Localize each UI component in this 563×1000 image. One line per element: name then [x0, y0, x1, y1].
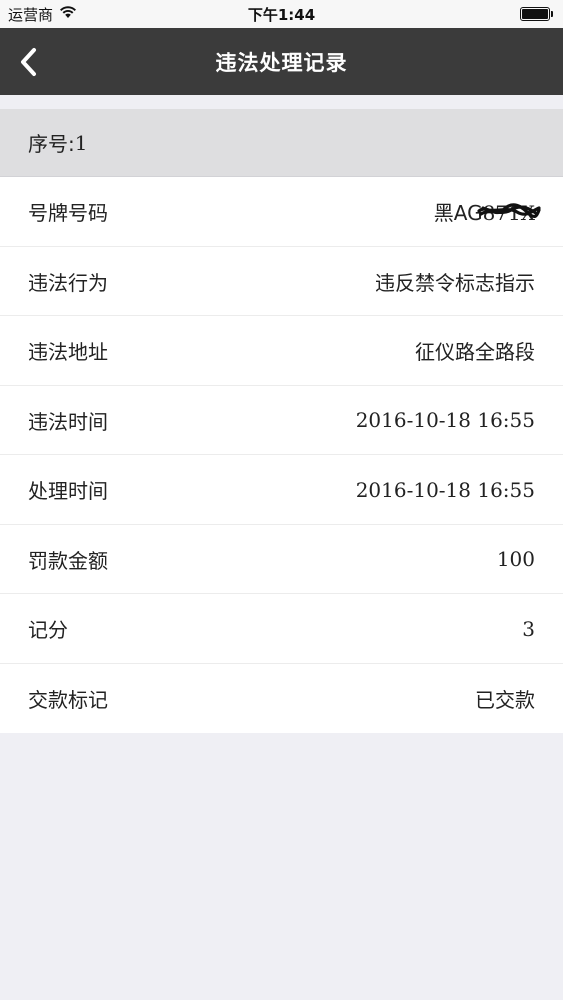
- row-value: 2016-10-18 16:55: [355, 477, 535, 502]
- navigation-bar: 违法处理记录: [0, 28, 563, 95]
- record-rows: 号牌号码 黑AG871X 违法行为 违反禁令标志指示违法地址 征仪路全路段违法时间 201…: [0, 177, 563, 733]
- payment-status-row: 交款标记 已交款: [0, 663, 563, 733]
- battery-icon: [520, 5, 553, 23]
- fine-amount-row: 罚款金额 100: [0, 524, 563, 594]
- status-bar: 运营商 下午1:44: [0, 0, 563, 28]
- top-spacer: [0, 95, 563, 109]
- plate-prefix: 黑AG: [433, 201, 483, 226]
- back-button[interactable]: [8, 40, 48, 84]
- points-row: 记分 3: [0, 594, 563, 664]
- process-time-row: 处理时间 2016-10-18 16:55: [0, 455, 563, 525]
- record-header-label: 序号:: [28, 132, 75, 156]
- row-value: 2016-10-18 16:55: [355, 408, 535, 433]
- plate-value: 黑AG871X: [433, 197, 541, 226]
- violation-behavior-row: 违法行为 违反禁令标志指示: [0, 246, 563, 316]
- row-label: 违法地址: [28, 340, 108, 365]
- row-label: 号牌号码: [28, 201, 108, 226]
- row-label: 罚款金额: [28, 548, 108, 573]
- row-value: 黑AG871X: [433, 197, 541, 226]
- status-time: 下午1:44: [247, 5, 316, 24]
- violation-time-row: 违法时间 2016-10-18 16:55: [0, 385, 563, 455]
- record-number: 1: [74, 130, 88, 155]
- row-label: 交款标记: [28, 687, 108, 712]
- page-title: 违法处理记录: [215, 50, 348, 75]
- record-header: 序号: 1: [0, 109, 563, 177]
- row-label: 违法时间: [28, 409, 108, 434]
- record-content: 序号: 1 号牌号码 黑AG871X 违法行为 违反禁令标志指示 违法地址 征仪路全路段 违法…: [0, 95, 563, 733]
- violation-address-row: 违法地址 征仪路全路段: [0, 316, 563, 386]
- row-value: 已交款: [475, 687, 535, 712]
- row-value: 违反禁令标志指示: [375, 270, 535, 295]
- battery-level-fill: [522, 9, 548, 19]
- row-label: 记分: [28, 618, 68, 643]
- row-label: 违法行为: [28, 270, 108, 295]
- row-value: 3: [522, 616, 535, 641]
- plate-number-row: 号牌号码 黑AG871X: [0, 177, 563, 247]
- redaction-scribble: [477, 203, 541, 219]
- row-value: 征仪路全路段: [415, 340, 535, 365]
- chevron-left-icon: [21, 48, 36, 76]
- row-value: 100: [496, 547, 535, 572]
- row-label: 处理时间: [28, 479, 108, 504]
